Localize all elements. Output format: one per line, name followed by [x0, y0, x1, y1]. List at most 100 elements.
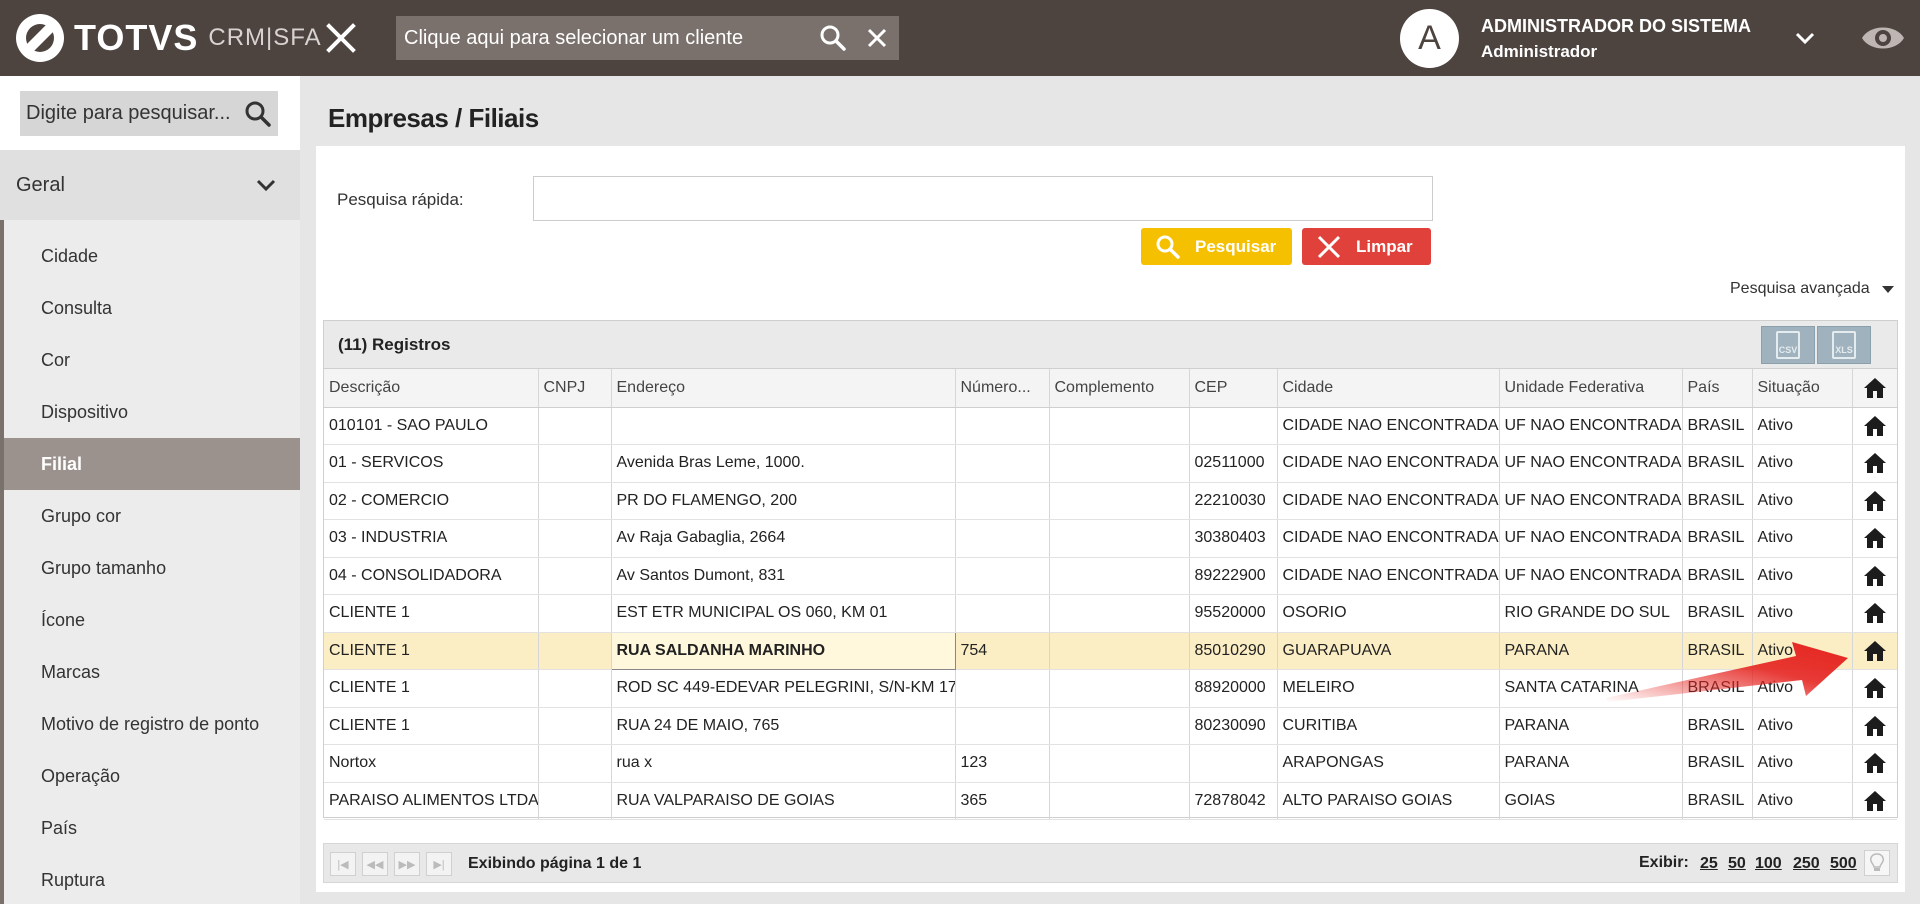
- sidebar-item[interactable]: Cidade: [4, 230, 300, 282]
- sidebar-item[interactable]: País: [4, 802, 300, 854]
- column-header[interactable]: Unidade Federativa: [1499, 369, 1683, 408]
- table-cell: [955, 444, 1050, 483]
- search-button[interactable]: Pesquisar: [1141, 228, 1292, 265]
- top-bar: TOTVS CRM|SFA Clique aqui para seleciona…: [0, 0, 1920, 76]
- close-icon[interactable]: [323, 20, 359, 56]
- table-cell: 04 - CONSOLIDADORA: [324, 557, 539, 595]
- table-cell: BRASIL: [1682, 744, 1753, 783]
- sidebar-item[interactable]: Marcas: [4, 646, 300, 698]
- column-header[interactable]: Descrição: [324, 369, 539, 408]
- home-icon[interactable]: [1863, 490, 1887, 512]
- page-size-500[interactable]: 500: [1830, 855, 1857, 873]
- home-icon[interactable]: [1863, 640, 1887, 662]
- row-home-cell: [1852, 744, 1897, 783]
- table-row[interactable]: 010101 - SAO PAULO CIDADE NAO ENCONTRADA U…: [324, 407, 1897, 445]
- sidebar-item[interactable]: Consulta: [4, 282, 300, 334]
- sidebar-item[interactable]: Motivo de registro de ponto: [4, 698, 300, 750]
- column-header[interactable]: País: [1682, 369, 1753, 408]
- sidebar-item[interactable]: Campos adicionais: [4, 220, 300, 230]
- column-header[interactable]: Número...: [955, 369, 1050, 408]
- column-header[interactable]: CEP: [1189, 369, 1278, 408]
- sidebar-item[interactable]: Ícone: [4, 594, 300, 646]
- page-size-25[interactable]: 25: [1700, 855, 1718, 873]
- column-header[interactable]: Complemento: [1049, 369, 1190, 408]
- table-row[interactable]: 04 - CONSOLIDADORA Av Santos Dumont, 831 8…: [324, 557, 1897, 595]
- sidebar-item[interactable]: Cor: [4, 334, 300, 386]
- clear-client-icon[interactable]: [855, 16, 899, 60]
- page-size-250[interactable]: 250: [1793, 855, 1820, 873]
- table-cell: [1189, 744, 1278, 783]
- table-row[interactable]: 03 - INDUSTRIA Av Raja Gabaglia, 2664 3038…: [324, 519, 1897, 558]
- table-cell: [1049, 519, 1190, 558]
- table-cell: CIDADE NAO ENCONTRADA: [1277, 444, 1500, 483]
- table-cell: [538, 444, 612, 483]
- home-icon[interactable]: [1863, 565, 1887, 587]
- column-header[interactable]: Endereço: [611, 369, 956, 408]
- column-header[interactable]: CNPJ: [538, 369, 612, 408]
- sidebar-search-input[interactable]: Digite para pesquisar...: [20, 91, 278, 136]
- home-icon[interactable]: [1863, 677, 1887, 699]
- search-icon[interactable]: [811, 16, 855, 60]
- export-csv-button[interactable]: CSV: [1761, 326, 1815, 364]
- home-icon[interactable]: [1863, 752, 1887, 774]
- quick-search-input[interactable]: [533, 176, 1433, 221]
- sidebar-list[interactable]: Campos adicionaisCidadeConsultaCorDispos…: [0, 220, 300, 904]
- table-cell: BRASIL: [1682, 557, 1753, 595]
- table-cell: [538, 632, 612, 670]
- advanced-search-toggle[interactable]: Pesquisa avançada: [1730, 280, 1894, 298]
- home-icon[interactable]: [1863, 790, 1887, 812]
- next-page-icon[interactable]: ▶▶: [394, 852, 420, 876]
- table-cell: Av Santos Dumont, 831: [611, 557, 956, 595]
- page-size-50[interactable]: 50: [1728, 855, 1746, 873]
- table-cell: CLIENTE 1: [324, 632, 539, 670]
- page-size-label: Exibir:: [1639, 854, 1689, 871]
- table-cell: BRASIL: [1682, 482, 1753, 520]
- table-row[interactable]: 02 - COMERCIO PR DO FLAMENGO, 200 22210030…: [324, 482, 1897, 520]
- sidebar-group-label: Geral: [16, 173, 65, 196]
- table-cell: [538, 707, 612, 745]
- sidebar-item[interactable]: Filial: [4, 438, 300, 490]
- clear-button[interactable]: Limpar: [1302, 228, 1431, 265]
- search-icon: [1155, 234, 1181, 260]
- user-role: Administrador: [1481, 42, 1598, 61]
- first-page-icon[interactable]: |◀: [330, 852, 356, 876]
- table-cell: Ativo: [1752, 482, 1853, 520]
- table-cell: [1049, 707, 1190, 745]
- column-header[interactable]: Situação: [1752, 369, 1853, 408]
- page-size-100[interactable]: 100: [1755, 855, 1782, 873]
- sidebar-group-geral[interactable]: Geral: [0, 150, 300, 220]
- home-icon[interactable]: [1863, 415, 1887, 437]
- export-xls-button[interactable]: XLS: [1817, 326, 1871, 364]
- avatar[interactable]: A: [1400, 9, 1459, 68]
- home-icon[interactable]: [1863, 602, 1887, 624]
- table-cell: [538, 594, 612, 633]
- home-icon[interactable]: [1863, 715, 1887, 737]
- home-icon[interactable]: [1863, 527, 1887, 549]
- sidebar-item[interactable]: Dispositivo: [4, 386, 300, 438]
- brand-logo[interactable]: TOTVS CRM|SFA: [16, 14, 322, 62]
- column-header[interactable]: Cidade: [1277, 369, 1500, 408]
- chevron-down-icon: [254, 173, 278, 197]
- sidebar-item[interactable]: Grupo tamanho: [4, 542, 300, 594]
- sidebar-item[interactable]: Operação: [4, 750, 300, 802]
- table-row[interactable]: 01 - SERVICOS Avenida Bras Leme, 1000. 025…: [324, 444, 1897, 483]
- table-cell[interactable]: RUA SALDANHA MARINHO: [610, 631, 956, 670]
- table-cell: UF NAO ENCONTRADA: [1499, 557, 1683, 595]
- grid-header: (11) Registros CSV XLS: [324, 321, 1897, 369]
- client-select-field[interactable]: Clique aqui para selecionar um cliente: [396, 16, 899, 60]
- prev-page-icon[interactable]: ◀◀: [362, 852, 388, 876]
- sidebar-item[interactable]: Grupo cor: [4, 490, 300, 542]
- table-row[interactable]: PARAISO ALIMENTOS LTDA RUA VALPARAISO DE …: [324, 782, 1897, 820]
- table-row[interactable]: CLIENTE 1 EST ETR MUNICIPAL OS 060, KM 01…: [324, 594, 1897, 633]
- sidebar-item[interactable]: Ruptura: [4, 854, 300, 904]
- search-icon[interactable]: [238, 94, 278, 134]
- last-page-icon[interactable]: ▶|: [426, 852, 452, 876]
- clear-button-label: Limpar: [1356, 236, 1413, 256]
- home-icon[interactable]: [1863, 452, 1887, 474]
- table-cell: Av Raja Gabaglia, 2664: [611, 519, 956, 558]
- chevron-down-icon[interactable]: [1793, 26, 1817, 50]
- lightbulb-icon[interactable]: [1864, 850, 1890, 876]
- eye-icon[interactable]: [1860, 20, 1906, 56]
- table-row[interactable]: Nortox rua x 123 ARAPONGAS PARANA BRASIL Ativo: [324, 744, 1897, 783]
- user-name[interactable]: ADMINISTRADOR DO SISTEMA: [1481, 16, 1751, 37]
